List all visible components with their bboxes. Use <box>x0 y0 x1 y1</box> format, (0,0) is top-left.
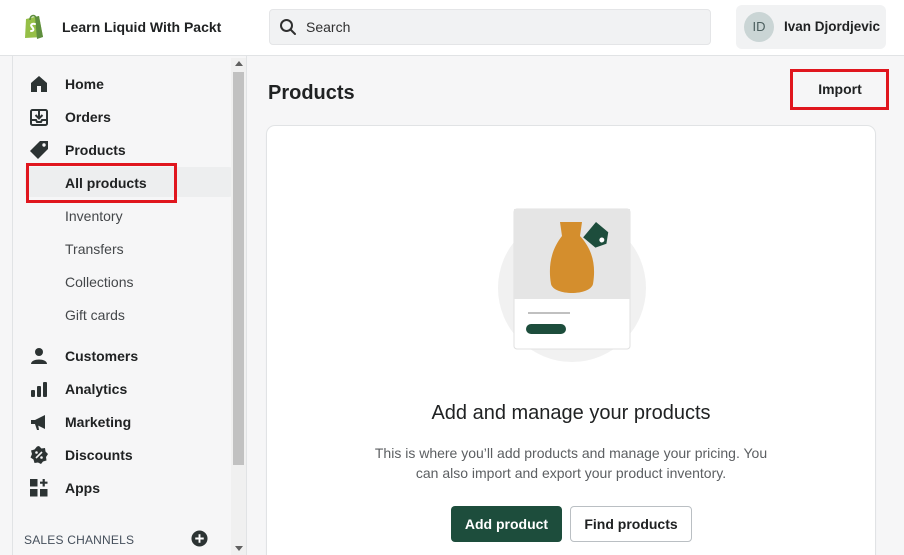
sidebar-item-discounts[interactable]: Discounts <box>13 439 233 469</box>
sidebar-item-label: Collections <box>65 274 134 290</box>
sidebar-item-label: Analytics <box>65 381 128 397</box>
sidebar-item-label: Transfers <box>65 241 124 257</box>
tag-icon <box>30 141 48 159</box>
sidebar-item-inventory[interactable]: Inventory <box>13 200 233 230</box>
customer-icon <box>31 348 47 364</box>
discount-icon <box>30 446 48 464</box>
search-input[interactable]: Search <box>269 9 711 45</box>
user-menu-button[interactable]: ID Ivan Djordjevic <box>736 5 886 49</box>
scroll-down-icon[interactable] <box>235 546 243 551</box>
orders-icon <box>30 109 48 126</box>
search-icon <box>280 19 296 35</box>
add-product-button[interactable]: Add product <box>451 506 562 542</box>
sidebar-item-label: Customers <box>65 348 139 364</box>
sidebar-item-marketing[interactable]: Marketing <box>13 406 233 436</box>
shopify-logo-icon[interactable] <box>22 12 46 40</box>
find-products-button[interactable]: Find products <box>570 506 692 542</box>
sidebar-item-label: Home <box>65 76 104 92</box>
sidebar-item-orders[interactable]: Orders <box>13 101 233 131</box>
sidebar-item-label: Orders <box>65 109 111 125</box>
sidebar-item-label: Discounts <box>65 447 133 463</box>
sidebar-item-customers[interactable]: Customers <box>13 340 233 370</box>
sidebar-item-label: Marketing <box>65 414 132 430</box>
sidebar-item-analytics[interactable]: Analytics <box>13 373 233 403</box>
sidebar-item-label: Products <box>65 142 126 158</box>
page-title: Products <box>268 82 355 104</box>
highlight-all-products <box>26 163 177 203</box>
megaphone-icon <box>31 415 45 430</box>
sidebar-item-collections[interactable]: Collections <box>13 266 233 296</box>
scroll-up-icon[interactable] <box>235 61 243 66</box>
sidebar-item-label: Apps <box>65 480 100 496</box>
sidebar-item-gift-cards[interactable]: Gift cards <box>13 299 233 329</box>
sales-channels-heading: SALES CHANNELS <box>24 533 135 547</box>
top-bar: Learn Liquid With Packt Search ID Ivan D… <box>0 0 904 56</box>
search-placeholder: Search <box>306 19 351 35</box>
sidebar: Home Orders Products All products Invent… <box>12 56 247 555</box>
avatar: ID <box>744 12 774 42</box>
sidebar-item-products[interactable]: Products <box>13 134 233 164</box>
sidebar-item-apps[interactable]: Apps <box>13 472 233 502</box>
sidebar-item-transfers[interactable]: Transfers <box>13 233 233 263</box>
apps-icon <box>30 479 48 497</box>
user-name: Ivan Djordjevic <box>784 19 881 34</box>
analytics-icon <box>31 382 47 397</box>
sidebar-scrollbar[interactable] <box>231 58 246 555</box>
sidebar-item-home[interactable]: Home <box>13 68 233 98</box>
empty-state-title: Add and manage your products <box>431 402 711 424</box>
add-channel-icon[interactable] <box>191 530 208 547</box>
store-name[interactable]: Learn Liquid With Packt <box>62 19 221 35</box>
sidebar-item-label: Gift cards <box>65 307 125 323</box>
sidebar-item-label: Inventory <box>65 208 123 224</box>
import-button[interactable]: Import <box>796 74 884 105</box>
empty-state-description: This is where you’ll add products and ma… <box>374 445 768 481</box>
scrollbar-thumb[interactable] <box>233 72 244 465</box>
home-icon <box>31 76 47 92</box>
product-illustration <box>498 208 646 362</box>
